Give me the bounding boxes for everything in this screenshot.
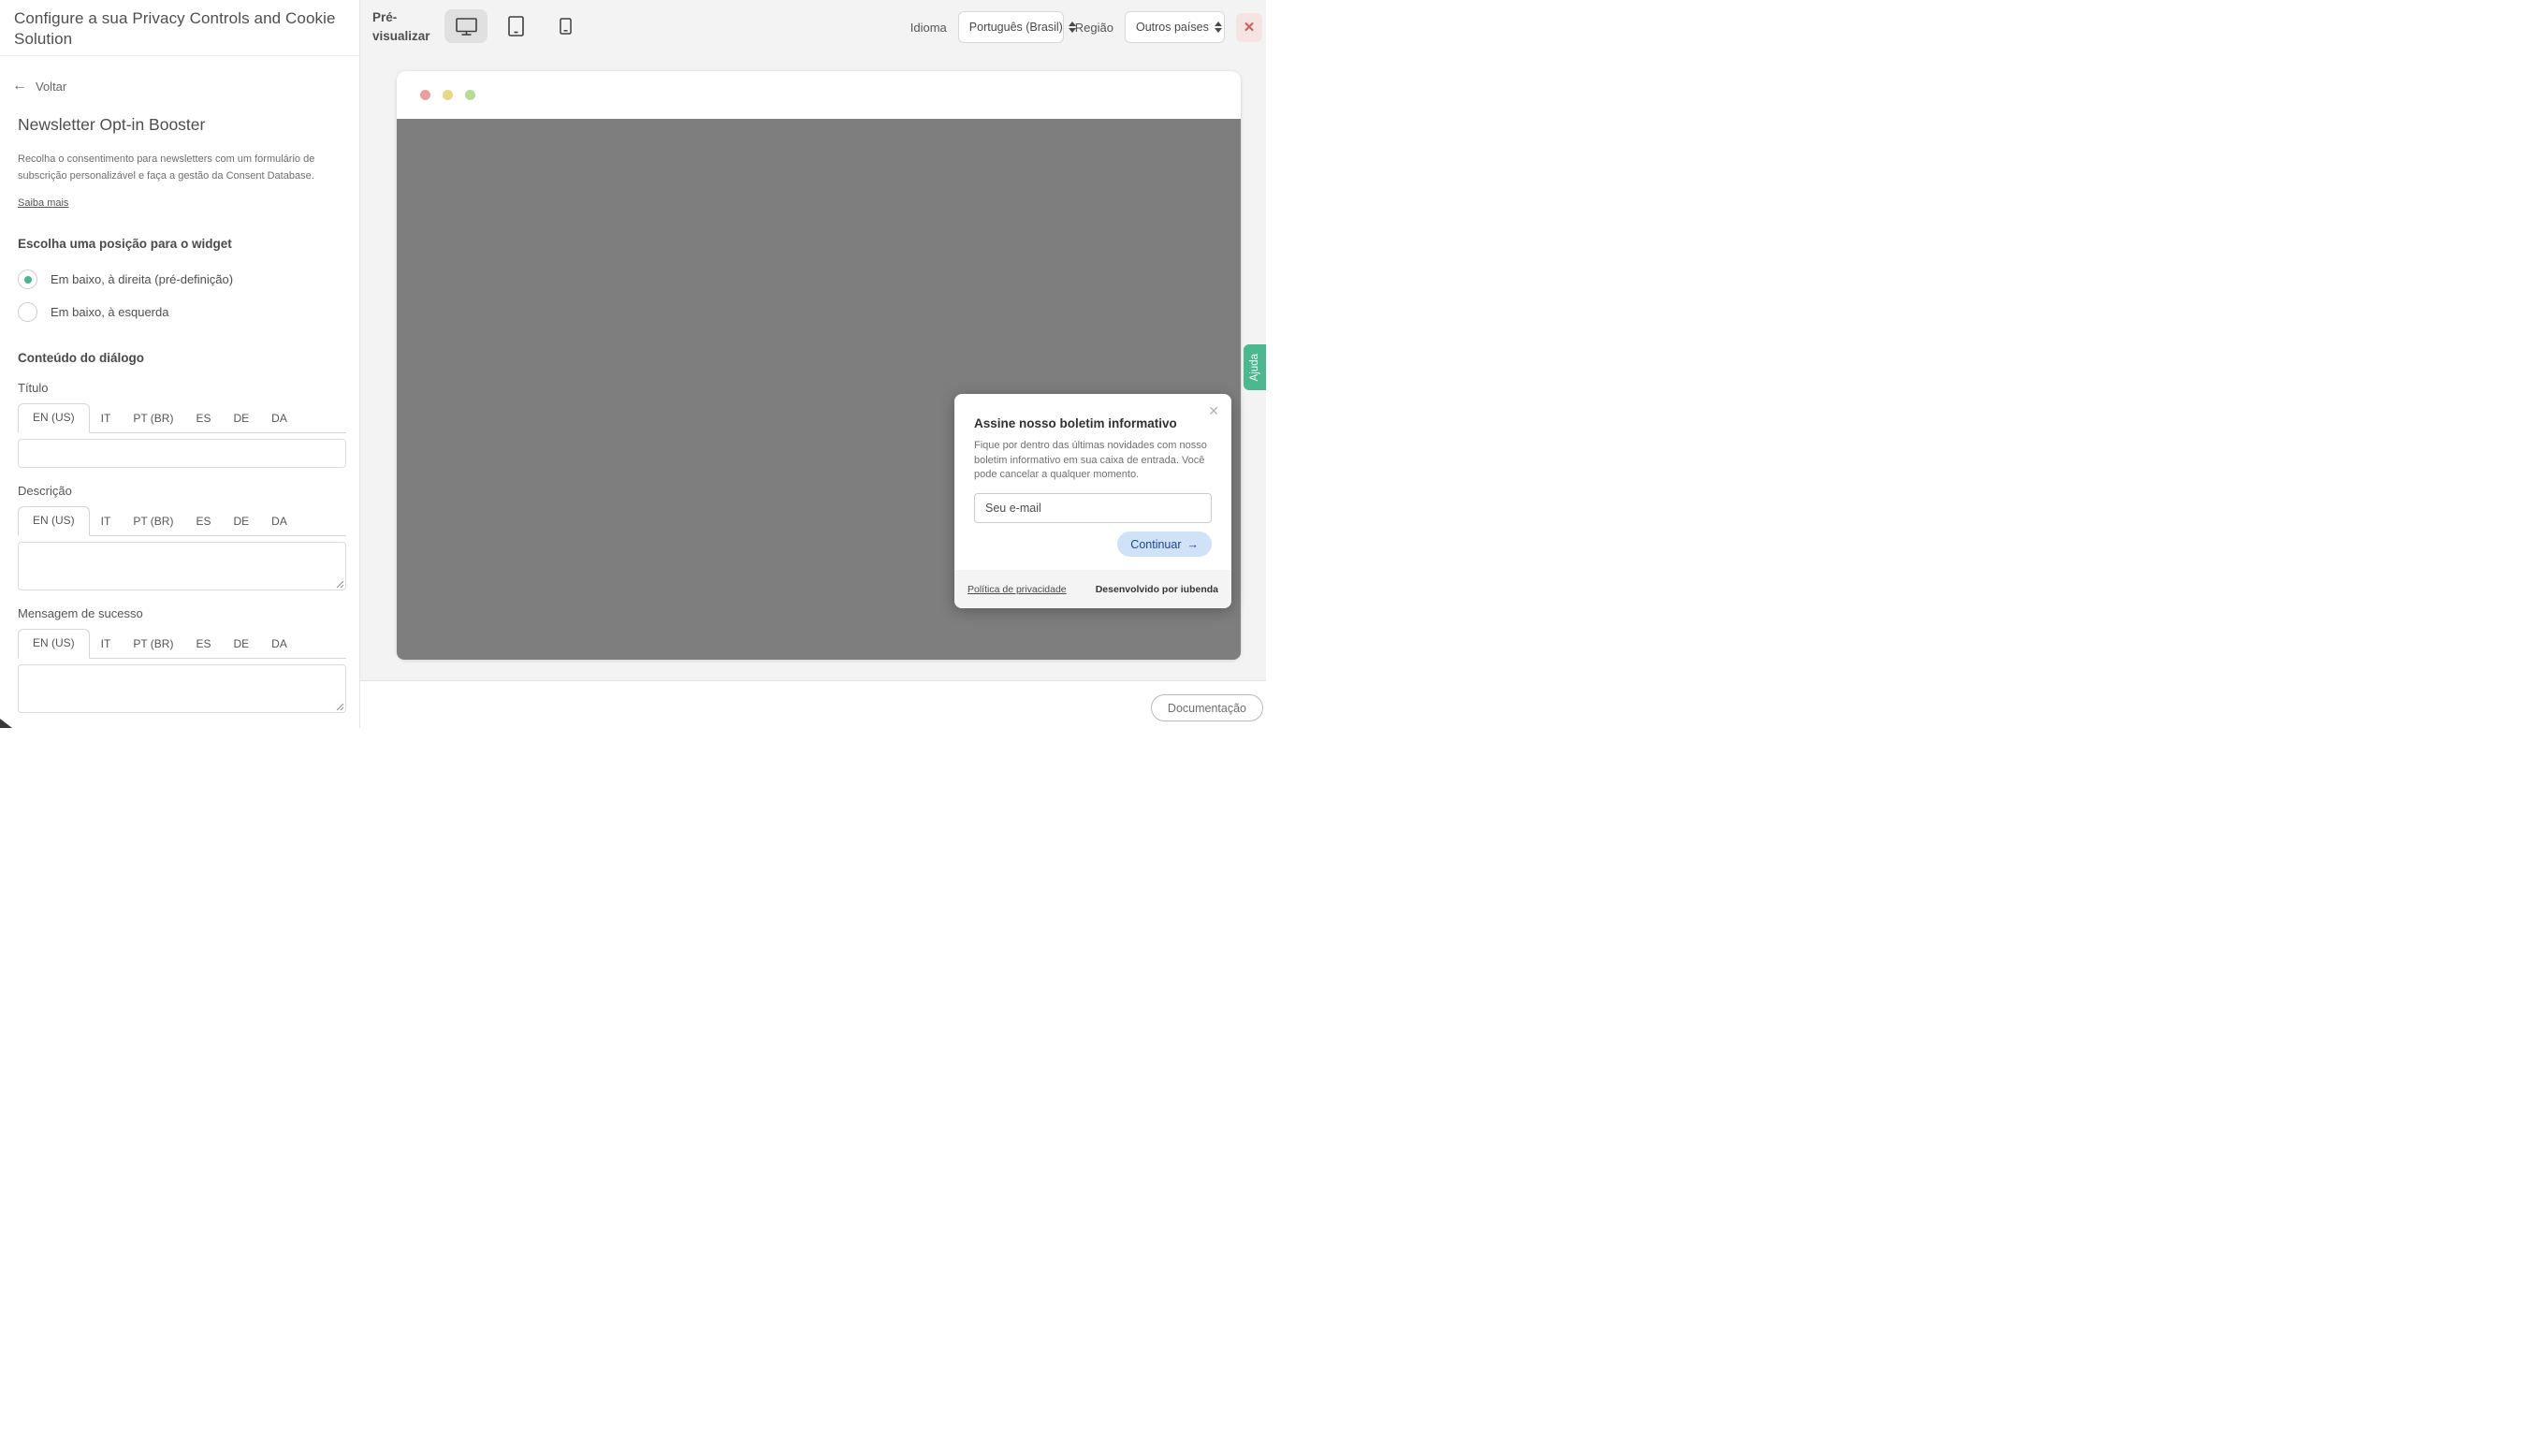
arrow-right-icon: → bbox=[1187, 538, 1200, 551]
traffic-light-red-icon bbox=[420, 90, 430, 100]
browser-mockup: ✕ Assine nosso boletim informativo Fique… bbox=[397, 71, 1241, 660]
device-tablet-button[interactable] bbox=[494, 9, 537, 43]
documentation-button[interactable]: Documentação bbox=[1151, 694, 1263, 721]
config-sidebar: Configure a sua Privacy Controls and Coo… bbox=[0, 0, 360, 728]
language-select-label: Idioma bbox=[910, 21, 947, 35]
tab-de[interactable]: DE bbox=[222, 508, 260, 535]
language-tabs-title: EN (US) IT PT (BR) ES DE DA bbox=[18, 403, 346, 433]
tab-pt-br[interactable]: PT (BR) bbox=[122, 405, 184, 432]
app-window: Configure a sua Privacy Controls and Coo… bbox=[0, 0, 1266, 728]
sidebar-header: Configure a sua Privacy Controls and Coo… bbox=[0, 0, 359, 56]
browser-chrome-bar bbox=[397, 71, 1241, 119]
description-textarea[interactable] bbox=[18, 542, 346, 590]
radio-option-bottom-right[interactable]: Em baixo, à direita (pré-definição) bbox=[18, 266, 343, 294]
language-tabs-success: EN (US) IT PT (BR) ES DE DA bbox=[18, 629, 346, 659]
tab-it[interactable]: IT bbox=[90, 631, 123, 658]
position-radio-group: Em baixo, à direita (pré-definição) Em b… bbox=[18, 266, 343, 327]
tab-pt-br[interactable]: PT (BR) bbox=[122, 631, 184, 658]
region-select-value: Outros países bbox=[1136, 21, 1209, 34]
mobile-icon bbox=[560, 18, 572, 35]
help-tab[interactable]: Ajuda bbox=[1244, 344, 1266, 390]
powered-by-link[interactable]: Desenvolvido por iubenda bbox=[1096, 584, 1218, 595]
radio-label: Em baixo, à esquerda bbox=[51, 305, 168, 319]
select-arrows-icon bbox=[1215, 22, 1222, 33]
tablet-icon bbox=[508, 16, 524, 36]
position-section-heading: Escolha uma posição para o widget bbox=[18, 237, 343, 251]
tab-de[interactable]: DE bbox=[222, 631, 260, 658]
radio-label: Em baixo, à direita (pré-definição) bbox=[51, 272, 233, 286]
tab-da[interactable]: DA bbox=[260, 405, 298, 432]
tab-en-us[interactable]: EN (US) bbox=[18, 629, 90, 659]
back-button[interactable]: ← Voltar bbox=[12, 79, 343, 94]
device-toggle-group bbox=[444, 9, 587, 43]
close-icon: ✕ bbox=[1244, 19, 1256, 36]
language-select[interactable]: Português (Brasil) bbox=[958, 11, 1064, 43]
tab-es[interactable]: ES bbox=[184, 405, 222, 432]
title-input[interactable] bbox=[18, 439, 346, 468]
privacy-policy-link[interactable]: Política de privacidade bbox=[968, 584, 1067, 595]
desktop-icon bbox=[456, 18, 477, 36]
continue-label: Continuar bbox=[1130, 538, 1181, 551]
newsletter-dialog: ✕ Assine nosso boletim informativo Fique… bbox=[954, 394, 1231, 608]
help-tab-label: Ajuda bbox=[1249, 354, 1260, 381]
radio-selected-icon bbox=[18, 269, 37, 289]
back-arrow-icon: ← bbox=[12, 79, 27, 94]
tab-en-us[interactable]: EN (US) bbox=[18, 403, 90, 433]
tab-pt-br[interactable]: PT (BR) bbox=[122, 508, 184, 535]
widget-description: Recolha o consentimento para newsletters… bbox=[18, 152, 328, 185]
tab-da[interactable]: DA bbox=[260, 508, 298, 535]
language-tabs-description: EN (US) IT PT (BR) ES DE DA bbox=[18, 506, 346, 536]
field-label-description: Descrição bbox=[18, 484, 343, 498]
traffic-light-green-icon bbox=[465, 90, 475, 100]
preview-area: Pré-visualizar bbox=[360, 0, 1266, 728]
tab-it[interactable]: IT bbox=[90, 508, 123, 535]
email-field[interactable] bbox=[974, 493, 1212, 523]
browser-viewport: ✕ Assine nosso boletim informativo Fique… bbox=[397, 119, 1241, 660]
dialog-description: Fique por dentro das últimas novidades c… bbox=[974, 439, 1214, 483]
radio-unselected-icon bbox=[18, 302, 37, 322]
dialog-close-icon[interactable]: ✕ bbox=[1205, 401, 1222, 420]
topbar-controls: Idioma Português (Brasil) Região Outros … bbox=[910, 11, 1262, 43]
dialog-title: Assine nosso boletim informativo bbox=[974, 416, 1212, 430]
region-select[interactable]: Outros países bbox=[1125, 11, 1225, 43]
language-select-value: Português (Brasil) bbox=[969, 21, 1063, 34]
tab-en-us[interactable]: EN (US) bbox=[18, 506, 90, 536]
bottom-bar: Documentação bbox=[360, 680, 1266, 728]
device-mobile-button[interactable] bbox=[544, 9, 587, 43]
page-title: Configure a sua Privacy Controls and Coo… bbox=[14, 8, 356, 51]
learn-more-link[interactable]: Saiba mais bbox=[18, 197, 68, 209]
preview-label: Pré-visualizar bbox=[372, 8, 440, 45]
traffic-light-yellow-icon bbox=[443, 90, 453, 100]
field-label-title: Título bbox=[18, 381, 343, 395]
continue-button[interactable]: Continuar → bbox=[1117, 531, 1212, 557]
tab-de[interactable]: DE bbox=[222, 405, 260, 432]
tab-it[interactable]: IT bbox=[90, 405, 123, 432]
tab-es[interactable]: ES bbox=[184, 508, 222, 535]
device-desktop-button[interactable] bbox=[444, 9, 487, 43]
sidebar-body: ← Voltar Newsletter Opt-in Booster Recol… bbox=[0, 79, 359, 713]
back-label: Voltar bbox=[36, 80, 66, 94]
content-section-heading: Conteúdo do diálogo bbox=[18, 351, 343, 365]
region-select-label: Região bbox=[1075, 21, 1113, 35]
tab-es[interactable]: ES bbox=[184, 631, 222, 658]
success-message-textarea[interactable] bbox=[18, 664, 346, 713]
tab-da[interactable]: DA bbox=[260, 631, 298, 658]
radio-option-bottom-left[interactable]: Em baixo, à esquerda bbox=[18, 298, 343, 327]
widget-title: Newsletter Opt-in Booster bbox=[18, 115, 343, 135]
field-label-success-message: Mensagem de sucesso bbox=[18, 606, 343, 620]
close-configurator-button[interactable]: ✕ bbox=[1236, 13, 1262, 42]
dialog-footer: Política de privacidade Desenvolvido por… bbox=[954, 570, 1231, 608]
